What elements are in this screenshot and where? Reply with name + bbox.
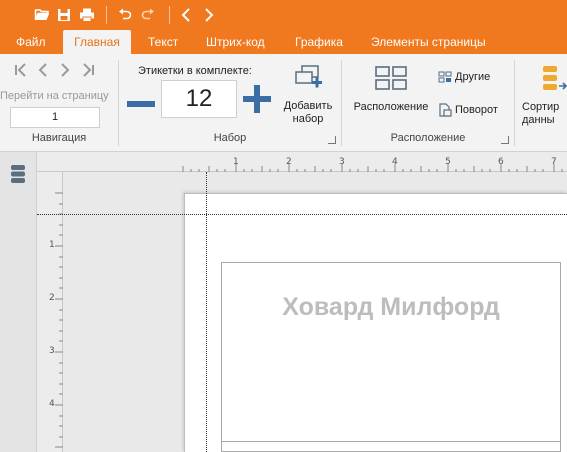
last-page-icon[interactable] [80, 62, 96, 78]
rotate-icon [439, 103, 452, 117]
horizontal-ruler: 1 2 3 4 5 6 7 [37, 152, 567, 172]
database-icon[interactable] [10, 164, 26, 188]
ribbon: Перейти на страницу 1 Навигация Этикетки… [0, 54, 567, 152]
group-label-kit: Набор [213, 132, 247, 144]
layout-dialog-launcher-icon[interactable] [501, 136, 509, 144]
kit-count-label: Этикетки в комплекте: [138, 65, 252, 77]
kit-count-value[interactable]: 12 [161, 80, 237, 118]
sort-data-icon[interactable] [541, 64, 567, 99]
sort-data-label[interactable]: Сортир данны [522, 101, 567, 127]
ruler-number: 7 [551, 157, 557, 167]
kit-dialog-launcher-icon[interactable] [328, 136, 336, 144]
tab-file[interactable]: Файл [16, 30, 46, 54]
group-label-layout: Расположение [390, 132, 466, 144]
ruler-number: 4 [392, 157, 398, 167]
print-icon[interactable] [77, 5, 97, 25]
goto-page-label: Перейти на страницу [0, 90, 109, 102]
add-kit-icon[interactable] [292, 64, 324, 99]
vertical-guide-line[interactable] [206, 172, 207, 452]
group-separator [514, 60, 515, 146]
ruler-number: 5 [445, 157, 451, 167]
group-label-navigation: Навигация [31, 132, 87, 144]
next-page-icon[interactable] [57, 62, 73, 78]
redo-icon[interactable] [138, 5, 158, 25]
ruler-number: 6 [498, 157, 504, 167]
horizontal-guide-line[interactable] [37, 214, 567, 215]
label-name-text[interactable]: Ховард Милфорд [221, 293, 561, 322]
rotate-label: Поворот [455, 104, 498, 116]
decrease-button[interactable] [127, 96, 155, 114]
toolbar-separator [169, 6, 170, 24]
page-number-input[interactable]: 1 [10, 107, 100, 128]
ruler-number: 3 [49, 346, 55, 356]
ruler-number: 2 [49, 293, 55, 303]
title-bar [0, 0, 567, 30]
ruler-number: 4 [49, 399, 55, 409]
tab-text[interactable]: Текст [148, 30, 178, 54]
layout-grid-icon[interactable] [375, 66, 407, 95]
ruler-number: 3 [339, 157, 345, 167]
save-icon[interactable] [54, 5, 74, 25]
ruler-number: 1 [233, 157, 239, 167]
tab-barcode[interactable]: Штрих-код [206, 30, 265, 54]
tab-page-elements[interactable]: Элементы страницы [371, 30, 486, 54]
layout-button-label[interactable]: Расположение [346, 101, 436, 114]
undo-icon[interactable] [115, 5, 135, 25]
ruler-number: 2 [286, 157, 292, 167]
left-tool-strip [0, 152, 37, 452]
tab-home[interactable]: Главная [63, 30, 131, 54]
folder-open-icon[interactable] [32, 5, 52, 25]
tab-graphics[interactable]: Графика [295, 30, 343, 54]
increase-button[interactable] [243, 85, 271, 118]
ribbon-tab-bar: Файл Главная Текст Штрих-код Графика Эле… [0, 30, 567, 54]
other-layout-label: Другие [455, 71, 491, 83]
label-separator [221, 441, 561, 442]
first-page-icon[interactable] [13, 62, 29, 78]
next-icon[interactable] [199, 5, 219, 25]
label-frame[interactable] [221, 262, 561, 452]
ruler-number: 1 [49, 240, 55, 250]
rotate-button[interactable]: Поворот [438, 103, 498, 117]
add-kit-label[interactable]: Добавить набор [278, 100, 338, 126]
prev-page-icon[interactable] [35, 62, 51, 78]
toolbar-separator [106, 6, 107, 24]
other-layout-button[interactable]: Другие [438, 71, 490, 83]
prev-icon[interactable] [176, 5, 196, 25]
other-layouts-icon [438, 71, 452, 83]
